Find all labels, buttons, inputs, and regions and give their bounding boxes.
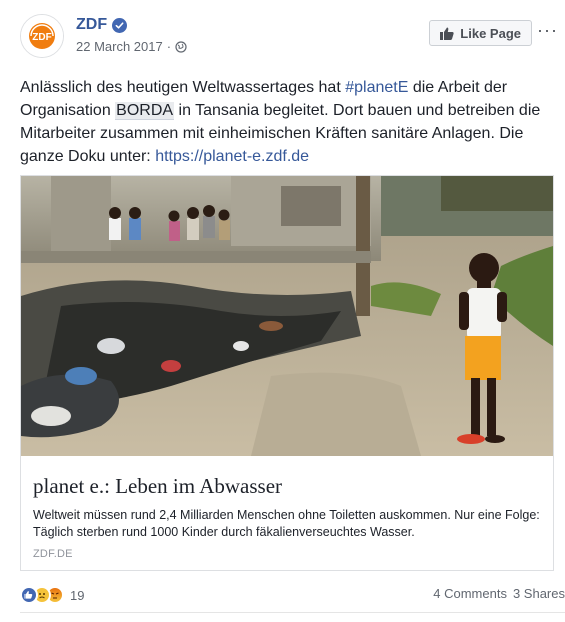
comments-count[interactable]: 4 Comments — [433, 586, 507, 601]
hashtag-link[interactable]: #planetE — [345, 79, 408, 96]
shares-count[interactable]: 3 Shares — [513, 586, 565, 601]
zdf-logo-icon: ZDF — [21, 15, 63, 57]
link-preview-domain: ZDF.DE — [33, 548, 73, 560]
like-page-button[interactable]: Like Page — [429, 20, 532, 46]
external-link[interactable]: https://planet-e.zdf.de — [155, 148, 309, 165]
more-options-icon[interactable]: ··· — [537, 20, 558, 41]
thumbs-up-icon — [440, 27, 454, 40]
footer-divider — [20, 612, 565, 613]
post-meta: 22 March 2017 · — [76, 39, 187, 54]
link-preview-title[interactable]: planet e.: Leben im Abwasser — [33, 474, 282, 499]
facebook-post: ZDF ZDF 22 March 2017 · Like Page ··· An… — [0, 0, 565, 622]
post-header: ZDF ZDF 22 March 2017 · Like Page ··· — [20, 14, 557, 64]
photo-illustration — [21, 176, 553, 456]
mention-link[interactable]: BORDA — [115, 102, 175, 120]
link-preview-description: Weltweit müssen rund 2,4 Milliarden Mens… — [33, 508, 540, 539]
meta-separator: · — [166, 39, 172, 54]
verified-badge-icon — [112, 17, 128, 33]
reaction-count[interactable]: 19 — [70, 588, 84, 603]
post-footer: 19 4 Comments 3 Shares — [20, 586, 565, 610]
like-icon — [20, 586, 38, 604]
post-text-part1: Anlässlich des heutigen Weltwassertages … — [20, 79, 346, 96]
engagement-counts: 4 Comments 3 Shares — [433, 586, 565, 601]
like-page-label: Like Page — [460, 25, 521, 41]
reactions-summary[interactable]: 19 — [20, 586, 84, 604]
globe-icon[interactable] — [175, 40, 187, 53]
link-preview-card[interactable]: planet e.: Leben im Abwasser Weltweit mü… — [20, 175, 554, 571]
page-avatar[interactable]: ZDF — [20, 14, 64, 58]
link-preview-image[interactable] — [21, 176, 553, 456]
post-text: Anlässlich des heutigen Weltwassertages … — [20, 76, 555, 168]
page-name-link[interactable]: ZDF — [76, 16, 128, 34]
page-name-text[interactable]: ZDF — [76, 16, 107, 34]
post-date[interactable]: 22 March 2017 — [76, 39, 163, 54]
svg-text:ZDF: ZDF — [32, 32, 51, 43]
